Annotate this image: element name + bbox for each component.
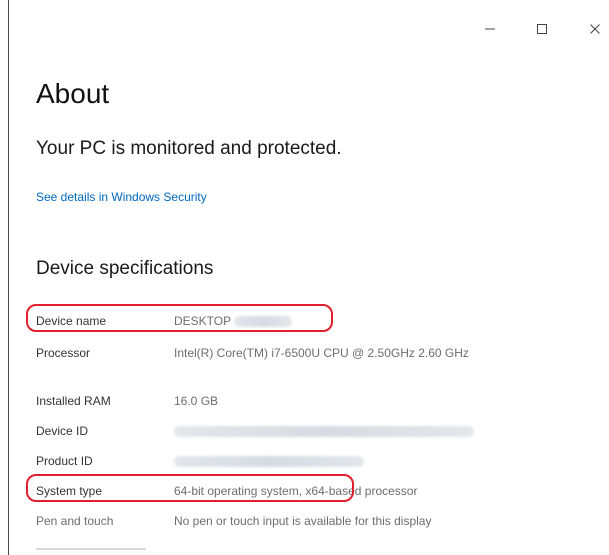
close-icon xyxy=(589,23,601,35)
spec-label-product-id: Product ID xyxy=(36,454,93,468)
spec-label-device-id: Device ID xyxy=(36,424,89,438)
spec-value-processor: Intel(R) Core(TM) i7-6500U CPU @ 2.50GHz… xyxy=(174,346,469,360)
spec-label-pen-and-touch: Pen and touch xyxy=(36,514,114,528)
protection-status: Your PC is monitored and protected. xyxy=(36,138,342,159)
spec-label-device-name: Device name xyxy=(36,314,107,328)
spec-label-processor: Processor xyxy=(36,346,91,360)
minimize-button[interactable] xyxy=(475,14,505,44)
window-border xyxy=(8,0,9,555)
spec-value-product-id xyxy=(174,452,564,470)
about-window: About Your PC is monitored and protected… xyxy=(0,0,609,555)
windows-security-link[interactable]: See details in Windows Security xyxy=(36,190,207,204)
maximize-button[interactable] xyxy=(527,14,557,44)
title-bar xyxy=(9,0,609,56)
minimize-icon xyxy=(484,23,496,35)
redacted-device-suffix xyxy=(234,316,293,328)
spec-value-pen-and-touch: No pen or touch input is available for t… xyxy=(174,514,432,528)
page-title: About xyxy=(36,78,110,109)
spec-value-system-type: 64-bit operating system, x64-based proce… xyxy=(174,484,418,498)
device-specifications-heading: Device specifications xyxy=(36,258,214,279)
redacted-device-id xyxy=(174,426,474,438)
spec-label-system-type: System type xyxy=(36,484,103,498)
close-button[interactable] xyxy=(580,14,609,44)
redacted-product-id xyxy=(174,456,364,468)
maximize-icon xyxy=(536,23,548,35)
truncated-element xyxy=(36,548,146,550)
spec-value-installed-ram: 16.0 GB xyxy=(174,394,219,408)
device-name-text: DESKTOP xyxy=(174,314,231,328)
spec-label-installed-ram: Installed RAM xyxy=(36,394,111,408)
spec-value-device-id xyxy=(174,422,564,440)
spec-value-device-name: DESKTOP xyxy=(174,312,564,330)
